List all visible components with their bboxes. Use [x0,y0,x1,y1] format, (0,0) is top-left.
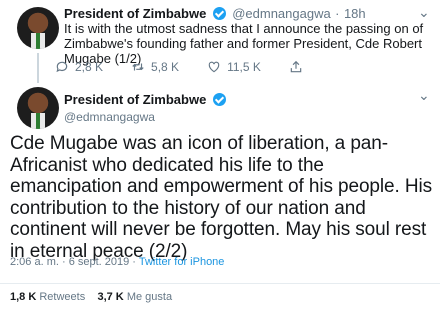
like-button[interactable]: 11,5 K [207,60,261,74]
like-icon [208,61,220,73]
like-count: 11,5 K [227,60,261,74]
share-icon [290,60,302,73]
tweet-time[interactable]: 18h [344,6,366,21]
tweet1-actions: 2,8 K 5,8 K 11,5 K [55,60,337,74]
tweet-meta: 2:06 a. m. · 6 sept. 2019 · Twitter for … [10,256,224,268]
reply-icon [56,61,68,73]
author-handle[interactable]: @edmnangagwa [64,110,228,124]
retweets-stat[interactable]: 1,8 K Retweets [10,291,85,303]
likes-count: 3,7 K [97,291,124,303]
avatar[interactable] [17,87,59,129]
separator: · [335,6,340,21]
chevron-down-icon[interactable]: ⌄ [418,87,430,104]
reply-count: 2,8 K [75,60,104,74]
verified-icon [212,93,226,106]
verified-icon [212,7,226,20]
likes-stat[interactable]: 3,7 K Me gusta [97,291,172,303]
share-button[interactable] [289,60,309,74]
retweet-count: 5,8 K [151,60,180,74]
tweet-timestamp[interactable]: 2:06 a. m. · 6 sept. 2019 · [10,256,139,268]
divider [0,283,440,284]
chevron-down-icon[interactable]: ⌄ [418,4,430,21]
engagement-stats: 1,8 K Retweets 3,7 K Me gusta [10,291,172,303]
author-name[interactable]: President of Zimbabwe [64,6,206,21]
likes-label: Me gusta [126,291,173,303]
retweet-icon [132,63,144,71]
author-name[interactable]: President of Zimbabwe [64,92,206,107]
tweet-source-link[interactable]: Twitter for iPhone [139,256,225,268]
retweets-count: 1,8 K [10,291,37,303]
tweet2-header: President of Zimbabwe @edmnangagwa [64,91,228,124]
thread-connector [37,53,39,83]
reply-button[interactable]: 2,8 K [55,60,103,74]
retweets-label: Retweets [39,291,86,303]
tweet2-text: Cde Mugabe was an icon of liberation, a … [10,133,432,262]
retweet-button[interactable]: 5,8 K [131,60,179,74]
avatar[interactable] [17,7,59,49]
author-handle[interactable]: @edmnangagwa [232,6,330,21]
